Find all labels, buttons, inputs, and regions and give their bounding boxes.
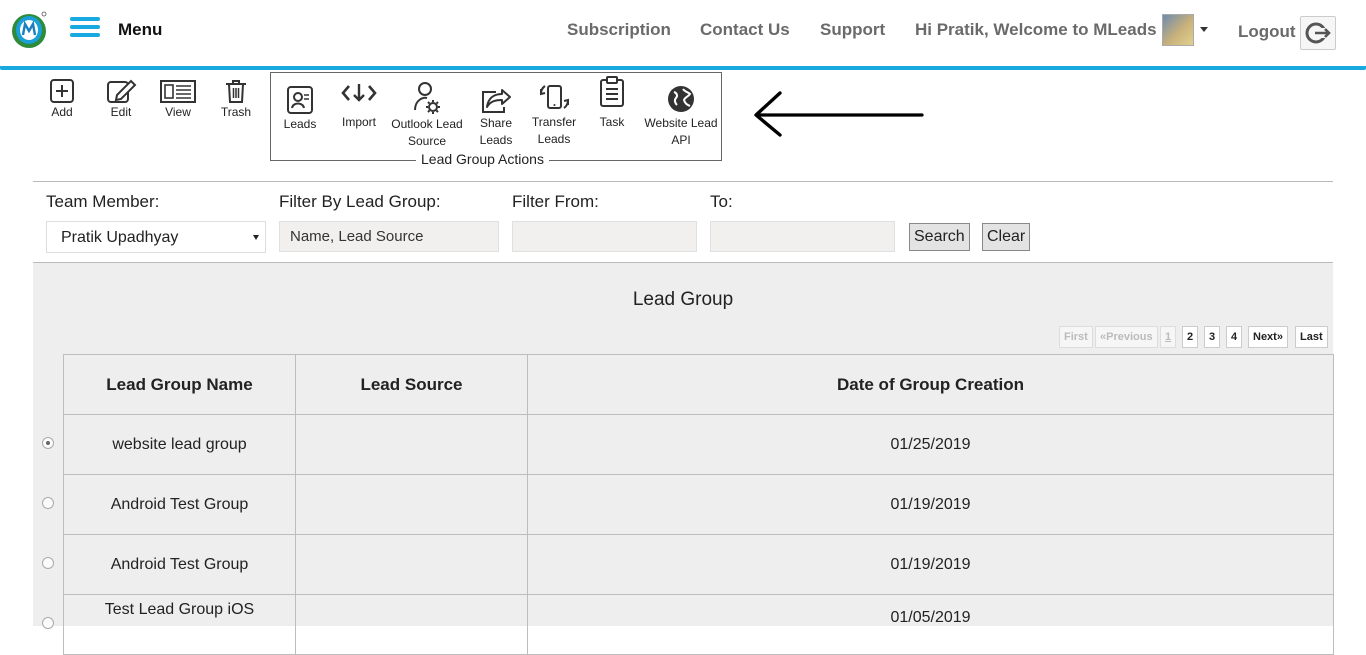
chevron-down-icon[interactable] (1200, 27, 1208, 32)
leads-icon (287, 86, 313, 114)
search-button[interactable]: Search (909, 223, 970, 251)
column-header-name[interactable]: Lead Group Name (63, 354, 296, 415)
filter-to-label: To: (710, 192, 733, 211)
top-header: Menu Subscription Contact Us Support Hi … (0, 0, 1366, 67)
column-header-date[interactable]: Date of Group Creation (527, 354, 1334, 415)
task-button[interactable]: Task (594, 76, 630, 131)
arrow-left-icon (754, 91, 924, 137)
row-select-radio[interactable] (42, 497, 54, 509)
nav-subscription[interactable]: Subscription (567, 20, 671, 40)
share-leads-label-2: Leads (479, 133, 513, 147)
import-icon (341, 84, 377, 102)
clear-button[interactable]: Clear (982, 223, 1031, 251)
welcome-text: Hi Pratik, Welcome to MLeads (915, 20, 1157, 39)
task-icon (600, 76, 624, 107)
column-header-source[interactable]: Lead Source (295, 354, 528, 415)
view-button[interactable]: View (159, 78, 197, 121)
pager-previous[interactable]: «Previous (1095, 326, 1158, 348)
cell-lead-source (295, 474, 528, 535)
pager-page-1[interactable]: 1 (1160, 326, 1177, 348)
pager-next[interactable]: Next» (1248, 326, 1288, 348)
outlook-lead-source-icon (414, 82, 440, 114)
website-lead-api-button[interactable]: Website Lead API (642, 84, 720, 149)
menu-label[interactable]: Menu (118, 20, 162, 40)
share-leads-button[interactable]: Share Leads (476, 86, 516, 149)
edit-button[interactable]: Edit (104, 78, 138, 121)
transfer-leads-label-1: Transfer (531, 115, 577, 129)
trash-button[interactable]: Trash (219, 78, 253, 121)
cell-group-name: Test Lead Group iOS (63, 594, 296, 655)
chevron-down-icon (253, 235, 259, 240)
team-member-label: Team Member: (46, 192, 160, 211)
filter-from-label: Filter From: (512, 192, 599, 211)
mleads-logo (12, 11, 47, 48)
row-select-radio[interactable] (42, 557, 54, 569)
add-button[interactable]: Add (45, 78, 79, 121)
task-label: Task (599, 115, 625, 129)
table-row[interactable]: Android Test Group 01/19/2019 (63, 534, 1334, 595)
share-leads-label-1: Share (479, 116, 513, 130)
website-lead-api-label-2: API (671, 133, 691, 147)
leads-button[interactable]: Leads (282, 84, 318, 133)
nav-support[interactable]: Support (820, 20, 885, 40)
import-button[interactable]: Import (338, 80, 380, 131)
cell-date: 01/19/2019 (527, 534, 1334, 595)
cell-date: 01/25/2019 (527, 414, 1334, 475)
add-icon (50, 79, 74, 103)
row-select-radio[interactable] (42, 617, 54, 629)
logout-link[interactable]: Logout (1238, 22, 1296, 42)
globe-icon (668, 86, 694, 112)
logout-icon[interactable] (1300, 16, 1336, 50)
transfer-icon (540, 85, 569, 109)
nav-contact-us[interactable]: Contact Us (700, 20, 790, 40)
share-icon (482, 89, 511, 113)
outlook-lead-source-button[interactable]: Outlook Lead Source (390, 80, 464, 150)
website-lead-api-label-1: Website Lead (644, 116, 718, 130)
table-header-row: Lead Group Name Lead Source Date of Grou… (63, 354, 1334, 415)
pager-page-3[interactable]: 3 (1204, 326, 1221, 348)
cell-group-name: Android Test Group (63, 534, 296, 595)
transfer-leads-label-2: Leads (537, 132, 571, 146)
pager-first[interactable]: First (1059, 326, 1093, 348)
cell-group-name: Android Test Group (63, 474, 296, 535)
table-row[interactable]: Test Lead Group iOS 01/05/2019 (63, 594, 1334, 655)
pager-last[interactable]: Last (1295, 326, 1328, 348)
leads-label: Leads (283, 117, 317, 131)
filter-from-input[interactable] (512, 221, 697, 252)
lead-group-filter-input[interactable]: Name, Lead Source (279, 221, 499, 252)
import-label: Import (341, 115, 376, 129)
trash-icon (226, 80, 246, 103)
table-row[interactable]: website lead group 01/25/2019 (63, 414, 1334, 475)
divider (33, 181, 1333, 182)
lead-group-table: Lead Group Name Lead Source Date of Grou… (63, 354, 1334, 655)
filter-to-input[interactable] (710, 221, 895, 252)
lead-group-actions-title: Lead Group Actions (416, 151, 549, 167)
panel-title: Lead Group (632, 289, 734, 310)
team-member-select[interactable]: Pratik Upadhyay (46, 221, 266, 253)
view-icon (160, 80, 196, 103)
cell-lead-source (295, 534, 528, 595)
cell-date: 01/19/2019 (527, 474, 1334, 535)
row-select-radio[interactable] (42, 437, 54, 449)
pager-page-4[interactable]: 4 (1226, 326, 1243, 348)
trash-label: Trash (220, 105, 252, 119)
transfer-leads-button[interactable]: Transfer Leads (530, 80, 578, 148)
outlook-lead-source-label-1: Outlook Lead (391, 117, 463, 131)
lead-group-filter-label: Filter By Lead Group: (279, 192, 441, 211)
edit-icon (107, 79, 137, 103)
avatar[interactable] (1162, 14, 1194, 46)
cell-lead-source (295, 414, 528, 475)
hamburger-menu-icon[interactable] (70, 17, 100, 37)
cell-date: 01/05/2019 (527, 594, 1334, 655)
team-member-value: Pratik Upadhyay (61, 229, 179, 246)
cell-group-name: website lead group (63, 414, 296, 475)
pager-page-2[interactable]: 2 (1182, 326, 1199, 348)
view-label: View (165, 105, 191, 119)
add-label: Add (51, 105, 73, 119)
edit-label: Edit (110, 105, 132, 119)
cell-lead-source (295, 594, 528, 655)
header-accent-line (0, 66, 1366, 70)
table-row[interactable]: Android Test Group 01/19/2019 (63, 474, 1334, 535)
outlook-lead-source-label-2: Source (407, 134, 447, 148)
